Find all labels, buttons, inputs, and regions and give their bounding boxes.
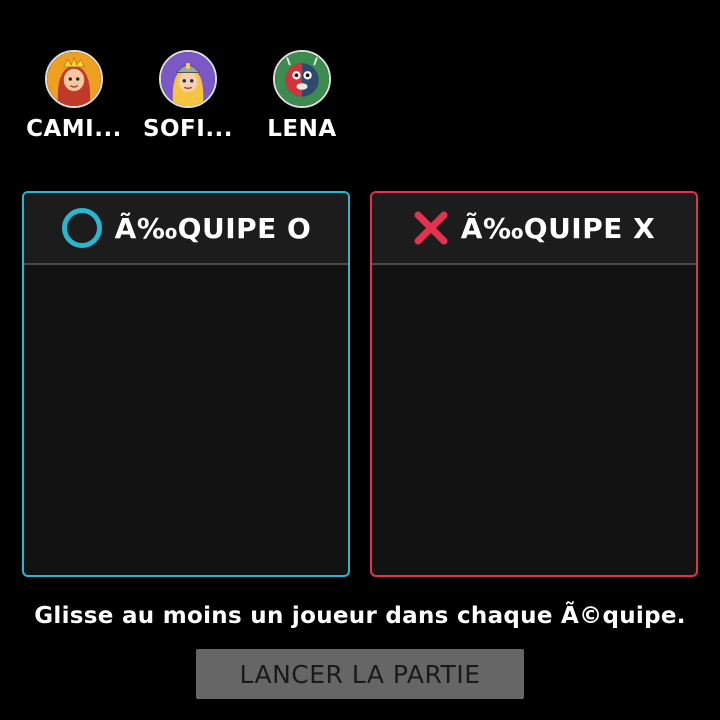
team-x-header: Ã‰QUIPE X xyxy=(372,193,696,265)
circle-icon xyxy=(61,207,103,249)
team-x-drop-zone[interactable] xyxy=(372,265,696,577)
player-pool: CAMI... SOFI... LENA xyxy=(0,50,720,150)
queen-avatar-icon xyxy=(45,50,103,108)
player-name: SOFI... xyxy=(142,116,234,142)
start-game-button[interactable]: LANCER LA PARTIE xyxy=(196,649,524,699)
player-name: LENA xyxy=(267,116,337,142)
team-o-title: Ã‰QUIPE O xyxy=(114,211,312,245)
team-x-title: Ã‰QUIPE X xyxy=(460,211,656,245)
player-token-cami[interactable]: CAMI... xyxy=(19,50,129,142)
player-name: CAMI... xyxy=(26,116,122,142)
player-token-sofi[interactable]: SOFI... xyxy=(133,50,243,142)
monster-avatar-icon xyxy=(273,50,331,108)
team-x-panel[interactable]: Ã‰QUIPE X xyxy=(370,191,698,577)
team-o-drop-zone[interactable] xyxy=(24,265,348,577)
valkyrie-avatar-icon xyxy=(159,50,217,108)
cross-icon xyxy=(413,210,449,246)
player-token-lena[interactable]: LENA xyxy=(247,50,357,142)
team-o-header: Ã‰QUIPE O xyxy=(24,193,348,265)
instruction-text: Glisse au moins un joueur dans chaque Ã©… xyxy=(34,603,686,629)
team-o-panel[interactable]: Ã‰QUIPE O xyxy=(22,191,350,577)
